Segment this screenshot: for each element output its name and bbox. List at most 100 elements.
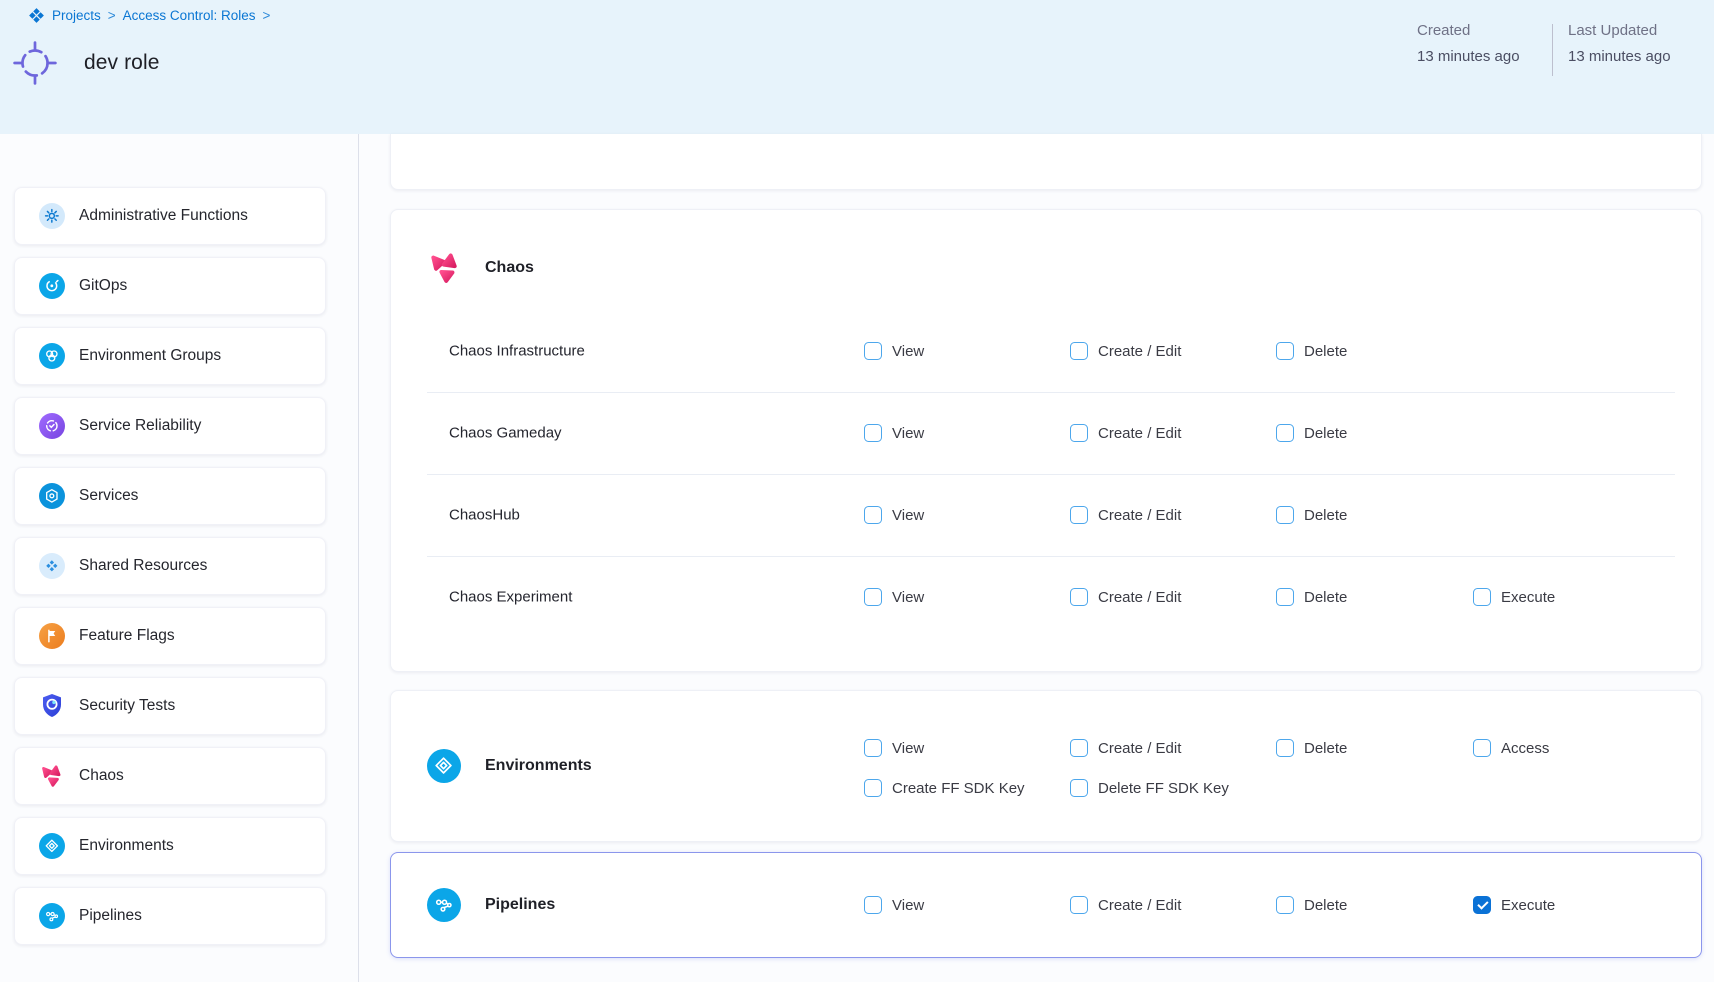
section-title: Chaos bbox=[485, 259, 534, 277]
breadcrumb-separator: > bbox=[108, 8, 116, 23]
sidebar-item-chaos[interactable]: Chaos bbox=[14, 747, 326, 805]
gitops-icon bbox=[39, 273, 65, 299]
permission-line: Create FF SDK Key Delete FF SDK Key bbox=[391, 774, 1701, 802]
create-edit-checkbox[interactable] bbox=[1070, 342, 1088, 360]
permission-delete-ff-sdk-key-cell[interactable]: Delete FF SDK Key bbox=[1070, 774, 1229, 802]
view-checkbox[interactable] bbox=[864, 588, 882, 606]
sidebar-item-shared-resources[interactable]: Shared Resources bbox=[14, 537, 326, 595]
section-card-pipelines: PipelinesViewCreate / EditDeleteExecute bbox=[390, 852, 1702, 958]
sidebar-item-security-tests[interactable]: Security Tests bbox=[14, 677, 326, 735]
delete-checkbox[interactable] bbox=[1276, 739, 1294, 757]
permission-delete-cell[interactable]: Delete bbox=[1276, 501, 1347, 529]
last-updated-value: 13 minutes ago bbox=[1568, 48, 1671, 65]
sidebar-item-label: Services bbox=[79, 487, 138, 505]
permission-label: Create FF SDK Key bbox=[892, 780, 1025, 797]
permission-label: Execute bbox=[1501, 897, 1555, 914]
create-edit-checkbox[interactable] bbox=[1070, 739, 1088, 757]
permission-delete-cell[interactable]: Delete bbox=[1276, 419, 1347, 447]
access-checkbox[interactable] bbox=[1473, 739, 1491, 757]
created-block: Created 13 minutes ago bbox=[1417, 22, 1552, 65]
execute-checkbox[interactable] bbox=[1473, 896, 1491, 914]
sidebar-item-feature-flags[interactable]: Feature Flags bbox=[14, 607, 326, 665]
delete-checkbox[interactable] bbox=[1276, 588, 1294, 606]
permission-access-cell[interactable]: Access bbox=[1473, 734, 1549, 762]
view-checkbox[interactable] bbox=[864, 506, 882, 524]
delete-checkbox[interactable] bbox=[1276, 506, 1294, 524]
sidebar-item-label: Pipelines bbox=[79, 907, 142, 925]
permission-label: Execute bbox=[1501, 589, 1555, 606]
service-reliability-icon bbox=[39, 413, 65, 439]
section-header: Environments bbox=[427, 691, 592, 841]
permission-create-edit-cell[interactable]: Create / Edit bbox=[1070, 583, 1181, 611]
section-card-chaos: ChaosChaos InfrastructureViewCreate / Ed… bbox=[390, 209, 1702, 672]
sidebar-item-label: GitOps bbox=[79, 277, 127, 295]
breadcrumb-link-projects[interactable]: Projects bbox=[52, 8, 101, 23]
sidebar-item-pipelines[interactable]: Pipelines bbox=[14, 887, 326, 945]
sidebar-item-services[interactable]: Services bbox=[14, 467, 326, 525]
pipelines-icon bbox=[39, 903, 65, 929]
resource-row-chaos-infrastructure: Chaos InfrastructureViewCreate / EditDel… bbox=[391, 310, 1701, 392]
permission-label: Create / Edit bbox=[1098, 589, 1181, 606]
permission-execute-cell[interactable]: Execute bbox=[1473, 583, 1555, 611]
sidebar-item-environments[interactable]: Environments bbox=[14, 817, 326, 875]
delete-checkbox[interactable] bbox=[1276, 424, 1294, 442]
permission-label: Create / Edit bbox=[1098, 507, 1181, 524]
sidebar-item-label: Administrative Functions bbox=[79, 207, 248, 225]
permission-view-cell[interactable]: View bbox=[864, 891, 924, 919]
sidebar-item-label: Feature Flags bbox=[79, 627, 175, 645]
permission-view-cell[interactable]: View bbox=[864, 501, 924, 529]
create-edit-checkbox[interactable] bbox=[1070, 424, 1088, 442]
chaos-icon bbox=[39, 763, 65, 789]
permission-create-edit-cell[interactable]: Create / Edit bbox=[1070, 419, 1181, 447]
permission-create-edit-cell[interactable]: Create / Edit bbox=[1070, 891, 1181, 919]
delete-ff-sdk-key-checkbox[interactable] bbox=[1070, 779, 1088, 797]
permission-delete-cell[interactable]: Delete bbox=[1276, 337, 1347, 365]
view-checkbox[interactable] bbox=[864, 342, 882, 360]
resource-row-label: Chaos Experiment bbox=[449, 589, 572, 606]
permission-delete-cell[interactable]: Delete bbox=[1276, 583, 1347, 611]
create-edit-checkbox[interactable] bbox=[1070, 506, 1088, 524]
view-checkbox[interactable] bbox=[864, 739, 882, 757]
sidebar-item-environment-groups[interactable]: Environment Groups bbox=[14, 327, 326, 385]
permission-label: View bbox=[892, 589, 924, 606]
view-checkbox[interactable] bbox=[864, 424, 882, 442]
permission-create-edit-cell[interactable]: Create / Edit bbox=[1070, 734, 1181, 762]
view-checkbox[interactable] bbox=[864, 896, 882, 914]
sidebar-item-administrative-functions[interactable]: Administrative Functions bbox=[14, 187, 326, 245]
permission-label: View bbox=[892, 343, 924, 360]
permission-label: View bbox=[892, 897, 924, 914]
delete-checkbox[interactable] bbox=[1276, 342, 1294, 360]
create-edit-checkbox[interactable] bbox=[1070, 588, 1088, 606]
sidebar-divider bbox=[358, 134, 359, 982]
sidebar-item-label: Service Reliability bbox=[79, 417, 201, 435]
created-value: 13 minutes ago bbox=[1417, 48, 1552, 65]
sidebar-item-label: Shared Resources bbox=[79, 557, 207, 575]
breadcrumb-link-access-control-roles[interactable]: Access Control: Roles bbox=[123, 8, 256, 23]
permission-delete-cell[interactable]: Delete bbox=[1276, 734, 1347, 762]
sidebar-item-gitops[interactable]: GitOps bbox=[14, 257, 326, 315]
permission-execute-cell[interactable]: Execute bbox=[1473, 891, 1555, 919]
section-card-environments: Environments View Create / Edit Delete Acces… bbox=[390, 690, 1702, 842]
permission-view-cell[interactable]: View bbox=[864, 337, 924, 365]
permissions-panel: ChaosChaos InfrastructureViewCreate / Ed… bbox=[390, 134, 1714, 982]
permission-delete-cell[interactable]: Delete bbox=[1276, 891, 1347, 919]
permission-create-edit-cell[interactable]: Create / Edit bbox=[1070, 337, 1181, 365]
create-ff-sdk-key-checkbox[interactable] bbox=[864, 779, 882, 797]
sidebar-item-label: Environments bbox=[79, 837, 174, 855]
permission-label: View bbox=[892, 507, 924, 524]
permission-view-cell[interactable]: View bbox=[864, 583, 924, 611]
permission-create-ff-sdk-key-cell[interactable]: Create FF SDK Key bbox=[864, 774, 1025, 802]
sidebar-item-service-reliability[interactable]: Service Reliability bbox=[14, 397, 326, 455]
permission-label: Create / Edit bbox=[1098, 425, 1181, 442]
create-edit-checkbox[interactable] bbox=[1070, 896, 1088, 914]
permission-view-cell[interactable]: View bbox=[864, 419, 924, 447]
permission-view-cell[interactable]: View bbox=[864, 734, 924, 762]
permission-label: Delete FF SDK Key bbox=[1098, 780, 1229, 797]
resource-row-chaoshub: ChaosHubViewCreate / EditDelete bbox=[391, 474, 1701, 556]
last-updated-block: Last Updated 13 minutes ago bbox=[1553, 22, 1671, 65]
services-icon bbox=[39, 483, 65, 509]
permission-label: Delete bbox=[1304, 589, 1347, 606]
execute-checkbox[interactable] bbox=[1473, 588, 1491, 606]
delete-checkbox[interactable] bbox=[1276, 896, 1294, 914]
permission-create-edit-cell[interactable]: Create / Edit bbox=[1070, 501, 1181, 529]
